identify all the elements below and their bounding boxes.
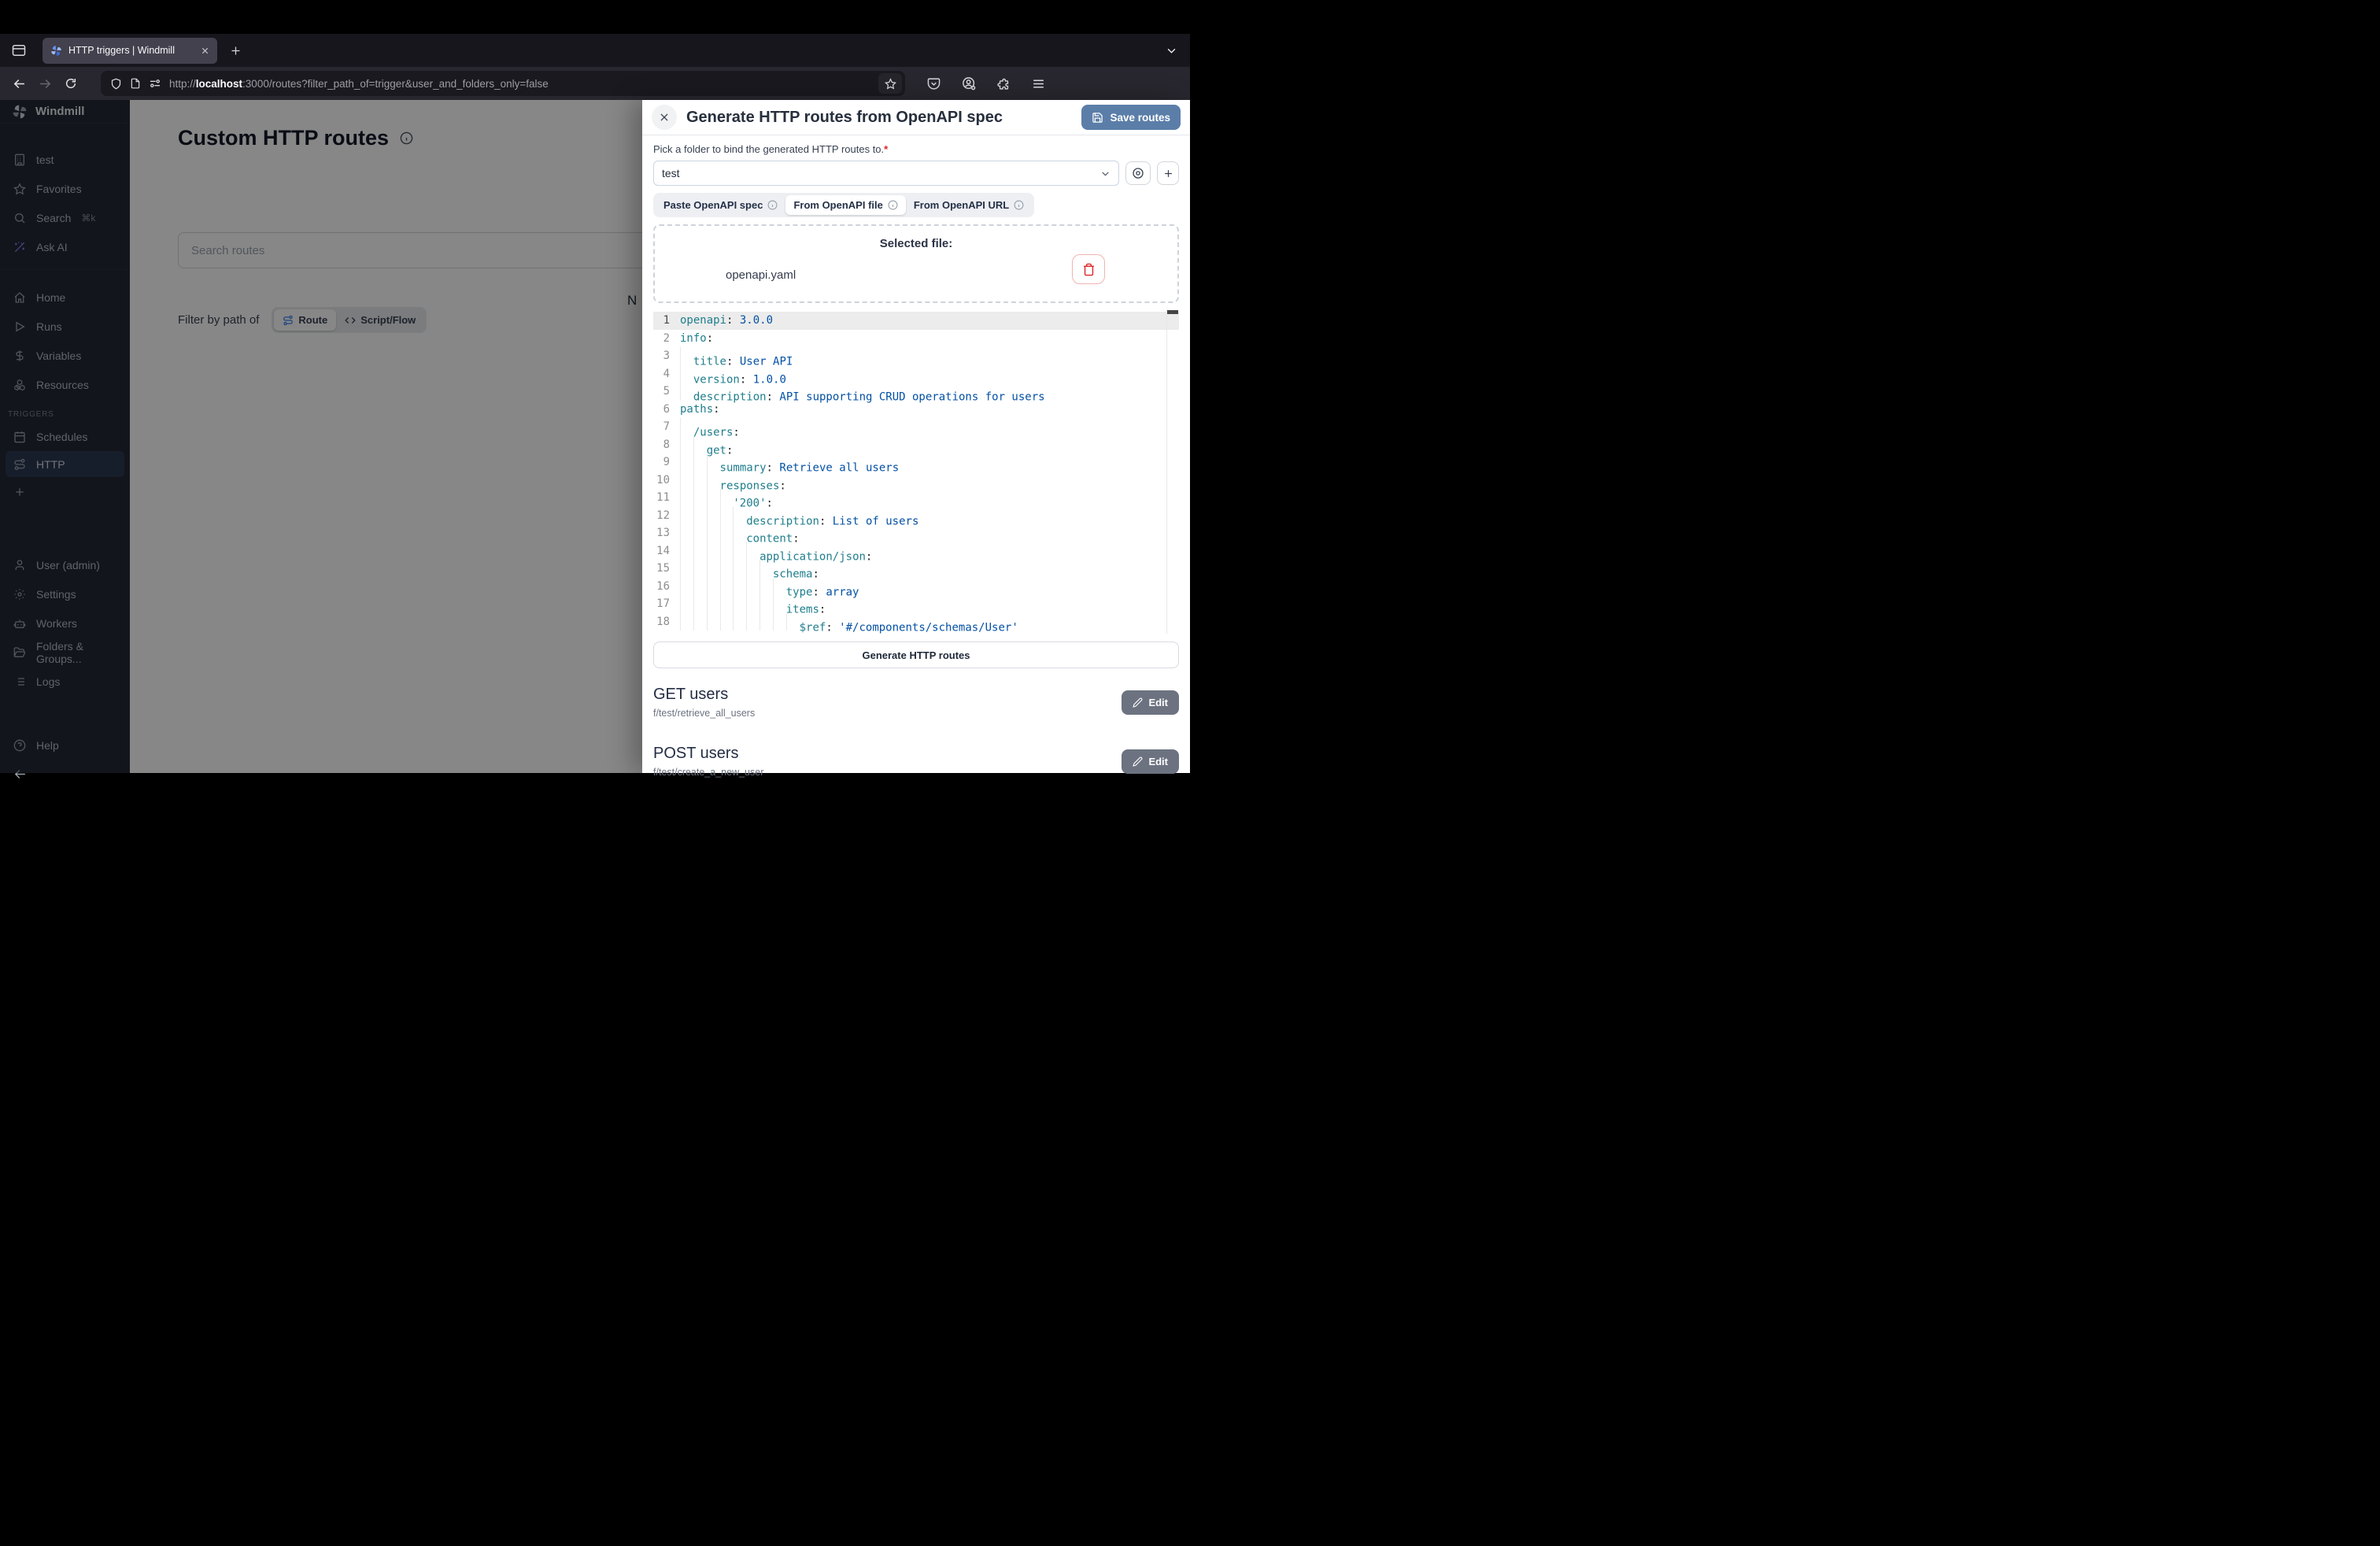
trash-icon: [1082, 263, 1096, 276]
save-icon: [1092, 112, 1103, 124]
pencil-icon: [1133, 756, 1143, 767]
chevron-down-icon: [1100, 168, 1111, 179]
permissions-icon[interactable]: [149, 77, 161, 90]
view-folder-button[interactable]: [1125, 161, 1151, 185]
save-routes-button[interactable]: Save routes: [1081, 105, 1181, 130]
reload-icon[interactable]: [65, 77, 77, 90]
url-bar[interactable]: http://localhost:3000/routes?filter_path…: [101, 71, 905, 96]
tab-close-icon[interactable]: [201, 46, 209, 55]
edit-route-button[interactable]: Edit: [1122, 690, 1179, 715]
openapi-drawer: Generate HTTP routes from OpenAPI spec S…: [642, 100, 1190, 773]
toolbar-right: [927, 76, 1045, 91]
code-lines: 1openapi: 3.0.02info:3title: User API4ve…: [653, 312, 1179, 631]
browser-tab[interactable]: HTTP triggers | Windmill: [42, 38, 217, 64]
folder-select[interactable]: test: [653, 161, 1119, 186]
editor-scrollbar-thumb[interactable]: [1167, 310, 1178, 314]
remove-file-button[interactable]: [1072, 254, 1105, 284]
windmill-favicon-icon: [50, 45, 62, 57]
list-tabs-chevron-icon[interactable]: [1166, 45, 1177, 57]
shield-icon[interactable]: [110, 78, 122, 90]
route-path: f/test/retrieve_all_users: [653, 708, 755, 719]
selected-file-label: Selected file:: [655, 237, 1177, 250]
tab-from-openapi-file[interactable]: From OpenAPI file: [785, 195, 905, 215]
plus-icon: [1162, 168, 1174, 179]
info-icon: [888, 200, 898, 210]
pencil-icon: [1133, 697, 1143, 708]
tab-strip: HTTP triggers | Windmill: [0, 34, 1190, 67]
info-icon: [767, 200, 778, 210]
navigation-toolbar: http://localhost:3000/routes?filter_path…: [0, 67, 1190, 100]
tab-from-openapi-url[interactable]: From OpenAPI URL: [906, 195, 1032, 215]
folder-field-label: Pick a folder to bind the generated HTTP…: [653, 143, 1179, 155]
drawer-title: Generate HTTP routes from OpenAPI spec: [686, 109, 1003, 127]
pocket-icon[interactable]: [927, 77, 941, 91]
reader-page-icon[interactable]: [130, 78, 141, 89]
drawer-body: Pick a folder to bind the generated HTTP…: [642, 135, 1190, 778]
editor-scrollbar-track[interactable]: [1166, 309, 1167, 634]
forward-icon[interactable]: [39, 77, 52, 91]
info-icon: [1014, 200, 1024, 210]
add-folder-button[interactable]: [1157, 161, 1179, 185]
screen: HTTP triggers | Windmill: [0, 0, 1190, 773]
openapi-spec-editor[interactable]: 1openapi: 3.0.02info:3title: User API4ve…: [653, 309, 1179, 634]
new-tab-icon[interactable]: [230, 45, 242, 57]
bookmark-star-icon[interactable]: [878, 73, 902, 94]
tab-paste-openapi-spec[interactable]: Paste OpenAPI spec: [656, 195, 785, 215]
route-title: POST users: [653, 745, 763, 763]
route-row-post-users: POST users f/test/create_a_new_user Edit: [653, 745, 1179, 778]
spec-source-tabs: Paste OpenAPI spec From OpenAPI file Fro…: [653, 193, 1034, 217]
folder-select-value: test: [662, 167, 680, 179]
account-icon[interactable]: [962, 76, 976, 91]
edit-route-button[interactable]: Edit: [1122, 749, 1179, 774]
url-text[interactable]: http://localhost:3000/routes?filter_path…: [169, 78, 870, 90]
selected-file-dropzone[interactable]: Selected file: openapi.yaml: [653, 224, 1179, 303]
menu-icon[interactable]: [1032, 77, 1045, 91]
generated-routes-list: GET users f/test/retrieve_all_users Edit…: [653, 686, 1179, 778]
back-icon[interactable]: [13, 77, 26, 91]
selected-file-name: openapi.yaml: [726, 268, 796, 282]
close-icon: [659, 112, 670, 123]
extensions-icon[interactable]: [997, 77, 1011, 91]
tab-title: HTTP triggers | Windmill: [68, 45, 194, 56]
required-asterisk: *: [884, 143, 888, 155]
close-drawer-button[interactable]: [652, 105, 677, 130]
route-path: f/test/create_a_new_user: [653, 767, 763, 778]
eye-icon: [1132, 167, 1144, 179]
sidebar-toggle-icon[interactable]: [11, 43, 27, 58]
route-row-get-users: GET users f/test/retrieve_all_users Edit: [653, 686, 1179, 719]
browser-chrome: HTTP triggers | Windmill: [0, 34, 1190, 100]
drawer-header: Generate HTTP routes from OpenAPI spec S…: [642, 100, 1190, 135]
generate-http-routes-button[interactable]: Generate HTTP routes: [653, 642, 1179, 668]
route-title: GET users: [653, 686, 755, 704]
